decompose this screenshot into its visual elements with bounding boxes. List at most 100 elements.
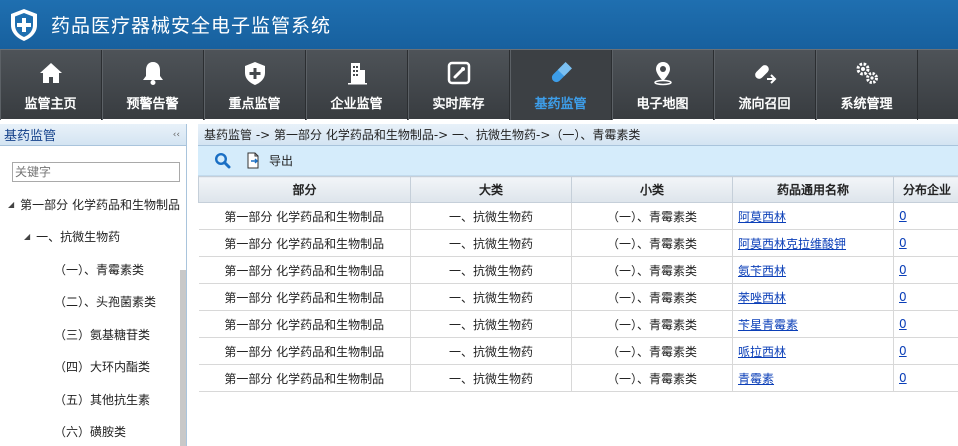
drug-table: 部分 大类 小类 药品通用名称 分布企业 第一部分 化学药品和生物制品 一、抗微… <box>198 176 958 392</box>
column-header-subcategory[interactable]: 小类 <box>571 176 733 203</box>
nav-label: 监管主页 <box>24 97 77 112</box>
nav-item-inventory[interactable]: 实时库存 <box>408 50 510 120</box>
cell-drug-name: 阿莫西林克拉维酸钾 <box>732 229 894 257</box>
distributor-count-link[interactable]: 0 <box>899 290 907 304</box>
tree-node-antimicrobial[interactable]: ◢ 一、抗微生物药 <box>0 221 181 254</box>
nav-item-system[interactable]: 系统管理 <box>816 50 918 120</box>
main-content: 基药监管 -> 第一部分 化学药品和生物制品-> 一、抗微生物药->（一）、青霉… <box>198 124 958 446</box>
nav-label: 预警告警 <box>126 97 179 112</box>
distributor-count-link[interactable]: 0 <box>899 317 907 331</box>
nav-label: 企业监管 <box>330 97 383 112</box>
distributor-count-link[interactable]: 0 <box>899 263 907 277</box>
sidebar-scrollbar[interactable] <box>180 270 186 446</box>
drug-name-link[interactable]: 青霉素 <box>738 372 774 386</box>
nav-item-enterprise[interactable]: 企业监管 <box>306 50 408 120</box>
table-header-row: 部分 大类 小类 药品通用名称 分布企业 <box>198 176 958 203</box>
cell-part: 第一部分 化学药品和生物制品 <box>198 229 411 257</box>
nav-item-key-supervision[interactable]: 重点监管 <box>204 50 306 120</box>
table-row[interactable]: 第一部分 化学药品和生物制品 一、抗微生物药 （一）、青霉素类 氨苄西林 0 <box>198 256 958 284</box>
distributor-count-link[interactable]: 0 <box>899 209 907 223</box>
expand-arrow-icon[interactable]: ◢ <box>8 200 14 209</box>
expand-arrow-icon[interactable]: ◢ <box>24 232 30 241</box>
nav-label: 电子地图 <box>636 97 689 112</box>
table-row[interactable]: 第一部分 化学药品和生物制品 一、抗微生物药 （一）、青霉素类 阿莫西林 0 <box>198 202 958 230</box>
cell-category: 一、抗微生物药 <box>410 256 572 284</box>
column-header-category[interactable]: 大类 <box>410 176 572 203</box>
drug-name-link[interactable]: 哌拉西林 <box>738 345 786 359</box>
breadcrumb: 基药监管 -> 第一部分 化学药品和生物制品-> 一、抗微生物药->（一）、青霉… <box>198 124 958 146</box>
tree-node-penicillins[interactable]: （一）、青霉素类 <box>0 253 181 286</box>
toolbar: 导出 <box>198 146 958 176</box>
drug-name-link[interactable]: 苄星青霉素 <box>738 318 798 332</box>
nav-label: 实时库存 <box>432 97 485 112</box>
cell-category: 一、抗微生物药 <box>410 310 572 338</box>
shield-plus-icon <box>244 62 265 85</box>
table-row[interactable]: 第一部分 化学药品和生物制品 一、抗微生物药 （一）、青霉素类 苯唑西林 0 <box>198 283 958 311</box>
sidebar-title: 基药监管 <box>4 129 57 144</box>
nav-label: 系统管理 <box>840 97 893 112</box>
column-header-drug-name[interactable]: 药品通用名称 <box>732 176 894 203</box>
cell-subcategory: （一）、青霉素类 <box>571 229 733 257</box>
tree-node-label: 第一部分 化学药品和生物制品 <box>20 197 180 212</box>
nav-item-recall[interactable]: 流向召回 <box>714 50 816 120</box>
cell-part: 第一部分 化学药品和生物制品 <box>198 256 411 284</box>
inventory-icon <box>447 61 470 85</box>
table-row[interactable]: 第一部分 化学药品和生物制品 一、抗微生物药 （一）、青霉素类 哌拉西林 0 <box>198 337 958 365</box>
app-header: 药品医疗器械安全电子监管系统 <box>0 0 958 49</box>
tree-node-sulfonamides[interactable]: （六）磺胺类 <box>0 416 181 446</box>
drug-name-link[interactable]: 阿莫西林 <box>738 210 786 224</box>
cell-part: 第一部分 化学药品和生物制品 <box>198 310 411 338</box>
recall-icon <box>754 65 776 84</box>
tree-node-part-one[interactable]: ◢ 第一部分 化学药品和生物制品 <box>0 188 181 221</box>
cell-subcategory: （一）、青霉素类 <box>571 337 733 365</box>
cell-category: 一、抗微生物药 <box>410 229 572 257</box>
sidebar-header: 基药监管 ‹‹ <box>0 124 186 146</box>
cell-category: 一、抗微生物药 <box>410 364 572 392</box>
nav-item-alerts[interactable]: 预警告警 <box>102 50 204 120</box>
building-icon <box>347 63 367 85</box>
distributor-count-link[interactable]: 0 <box>899 371 907 385</box>
cell-subcategory: （一）、青霉素类 <box>571 283 733 311</box>
sidebar: 基药监管 ‹‹ ◢ 第一部分 化学药品和生物制品 ◢ 一、抗微生物药 （一）、青… <box>0 124 187 446</box>
cell-drug-name: 苄星青霉素 <box>732 310 894 338</box>
cell-distributors: 0 <box>893 337 958 365</box>
tree-node-label: （五）其他抗生素 <box>54 392 151 407</box>
nav-item-map[interactable]: 电子地图 <box>612 50 714 120</box>
distributor-count-link[interactable]: 0 <box>899 344 907 358</box>
tree-node-other-antibiotics[interactable]: （五）其他抗生素 <box>0 383 181 416</box>
distributor-count-link[interactable]: 0 <box>899 236 907 250</box>
bell-icon <box>142 62 163 85</box>
collapse-icon[interactable]: ‹‹ <box>173 130 180 140</box>
table-row[interactable]: 第一部分 化学药品和生物制品 一、抗微生物药 （一）、青霉素类 苄星青霉素 0 <box>198 310 958 338</box>
cell-distributors: 0 <box>893 256 958 284</box>
cell-drug-name: 苯唑西林 <box>732 283 894 311</box>
nav-item-essential-drugs[interactable]: 基药监管 <box>510 50 612 120</box>
cell-subcategory: （一）、青霉素类 <box>571 310 733 338</box>
cell-distributors: 0 <box>893 202 958 230</box>
column-header-part[interactable]: 部分 <box>198 176 411 203</box>
cell-subcategory: （一）、青霉素类 <box>571 364 733 392</box>
cell-part: 第一部分 化学药品和生物制品 <box>198 283 411 311</box>
export-icon[interactable] <box>245 152 262 169</box>
tree-node-aminoglycosides[interactable]: （三）氨基糖苷类 <box>0 318 181 351</box>
drug-name-link[interactable]: 苯唑西林 <box>738 291 786 305</box>
table-row[interactable]: 第一部分 化学药品和生物制品 一、抗微生物药 （一）、青霉素类 阿莫西林克拉维酸… <box>198 229 958 257</box>
tree-node-cephalosporins[interactable]: （二）、头孢菌素类 <box>0 286 181 319</box>
search-icon[interactable] <box>214 152 231 169</box>
table-row[interactable]: 第一部分 化学药品和生物制品 一、抗微生物药 （一）、青霉素类 青霉素 0 <box>198 364 958 392</box>
tree-node-label: （一）、青霉素类 <box>54 262 145 277</box>
nav-item-home[interactable]: 监管主页 <box>0 50 102 120</box>
cell-category: 一、抗微生物药 <box>410 283 572 311</box>
tree-node-macrolides[interactable]: （四）大环内酯类 <box>0 351 181 384</box>
cell-drug-name: 哌拉西林 <box>732 337 894 365</box>
drug-name-link[interactable]: 氨苄西林 <box>738 264 786 278</box>
column-header-distributors[interactable]: 分布企业 <box>893 176 958 203</box>
gears-icon <box>856 62 878 84</box>
export-button[interactable]: 导出 <box>269 152 293 169</box>
cell-distributors: 0 <box>893 310 958 338</box>
tree-node-label: （四）大环内酯类 <box>54 360 151 375</box>
cell-category: 一、抗微生物药 <box>410 337 572 365</box>
keyword-search-input[interactable] <box>12 162 180 182</box>
app-title: 药品医疗器械安全电子监管系统 <box>51 15 332 37</box>
drug-name-link[interactable]: 阿莫西林克拉维酸钾 <box>738 237 846 251</box>
